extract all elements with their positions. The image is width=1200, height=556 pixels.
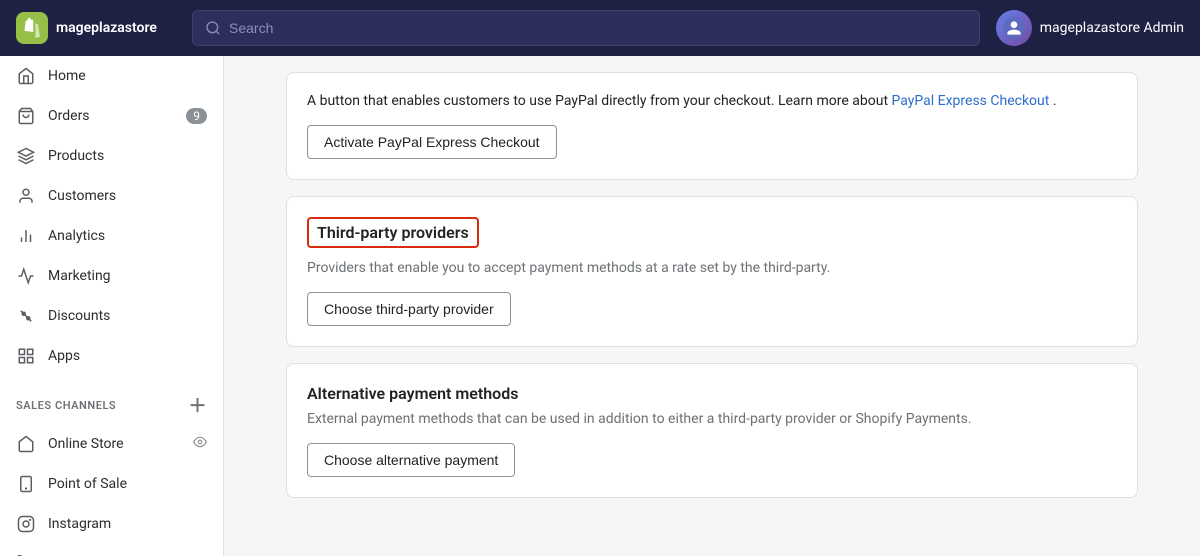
sidebar-item-analytics-label: Analytics	[48, 228, 105, 244]
third-party-description: Providers that enable you to accept paym…	[307, 260, 1117, 276]
sidebar-item-apps-label: Apps	[48, 348, 80, 364]
third-party-title: Third-party providers	[307, 217, 479, 248]
sidebar-item-online-store-label: Online Store	[48, 436, 124, 452]
analytics-icon	[16, 226, 36, 246]
orders-icon	[16, 106, 36, 126]
sidebar-item-customers-label: Customers	[48, 188, 116, 204]
user-menu[interactable]: mageplazastore Admin	[996, 10, 1184, 46]
activate-paypal-button[interactable]: Activate PayPal Express Checkout	[307, 125, 557, 159]
customers-icon	[16, 186, 36, 206]
paypal-description: A button that enables customers to use P…	[307, 93, 1117, 109]
sidebar-item-orders-label: Orders	[48, 108, 90, 124]
avatar	[996, 10, 1032, 46]
sales-channels-label: SALES CHANNELS	[16, 399, 116, 412]
sidebar-item-pos[interactable]: Point of Sale	[0, 464, 223, 504]
choose-third-party-button[interactable]: Choose third-party provider	[307, 292, 511, 326]
search-bar[interactable]	[192, 10, 980, 46]
brand-name: mageplazastore	[56, 20, 157, 36]
brand-logo: mageplazastore	[16, 12, 176, 44]
sidebar-item-online-store[interactable]: Online Store	[0, 424, 223, 464]
instagram-icon	[16, 514, 36, 534]
sidebar-item-home-label: Home	[48, 68, 86, 84]
user-name: mageplazastore Admin	[1040, 20, 1184, 36]
sidebar-item-discounts[interactable]: Discounts	[0, 296, 223, 336]
choose-alternative-payment-button[interactable]: Choose alternative payment	[307, 443, 515, 477]
sidebar-item-customers[interactable]: Customers	[0, 176, 223, 216]
eye-icon[interactable]	[193, 435, 207, 453]
marketing-icon	[16, 266, 36, 286]
sales-channels-header: SALES CHANNELS ＋	[0, 376, 223, 424]
home-icon	[16, 66, 36, 86]
paypal-express-link[interactable]: PayPal Express Checkout	[892, 93, 1050, 109]
paypal-card: A button that enables customers to use P…	[286, 72, 1138, 180]
sidebar-item-apps[interactable]: Apps	[0, 336, 223, 376]
alternative-payment-description: External payment methods that can be use…	[307, 411, 1117, 427]
search-icon	[205, 20, 221, 36]
sidebar-item-products-label: Products	[48, 148, 104, 164]
paypal-dot: .	[1053, 93, 1057, 109]
sidebar-item-home[interactable]: Home	[0, 56, 223, 96]
app-header: mageplazastore mageplazastore Admin	[0, 0, 1200, 56]
sidebar-item-buy-button[interactable]: Buy Button	[0, 544, 223, 556]
sidebar-item-orders[interactable]: Orders 9	[0, 96, 223, 136]
alternative-payment-card: Alternative payment methods External pay…	[286, 363, 1138, 498]
pos-icon	[16, 474, 36, 494]
discounts-icon	[16, 306, 36, 326]
online-store-icon	[16, 434, 36, 454]
orders-badge: 9	[186, 108, 207, 124]
sidebar: Home Orders 9 Products Customers A	[0, 56, 224, 556]
sidebar-item-instagram[interactable]: Instagram	[0, 504, 223, 544]
sidebar-item-marketing[interactable]: Marketing	[0, 256, 223, 296]
shopify-icon	[16, 12, 48, 44]
sidebar-item-marketing-label: Marketing	[48, 268, 111, 284]
sidebar-item-pos-label: Point of Sale	[48, 476, 127, 492]
products-icon	[16, 146, 36, 166]
sidebar-item-discounts-label: Discounts	[48, 308, 110, 324]
main-content: A button that enables customers to use P…	[224, 56, 1200, 556]
apps-icon	[16, 346, 36, 366]
third-party-card: Third-party providers Providers that ena…	[286, 196, 1138, 347]
sidebar-item-analytics[interactable]: Analytics	[0, 216, 223, 256]
alternative-payment-title: Alternative payment methods	[307, 384, 1117, 403]
sidebar-item-products[interactable]: Products	[0, 136, 223, 176]
add-channel-icon[interactable]: ＋	[188, 392, 207, 418]
search-input[interactable]	[229, 20, 967, 36]
sidebar-item-instagram-label: Instagram	[48, 516, 111, 532]
